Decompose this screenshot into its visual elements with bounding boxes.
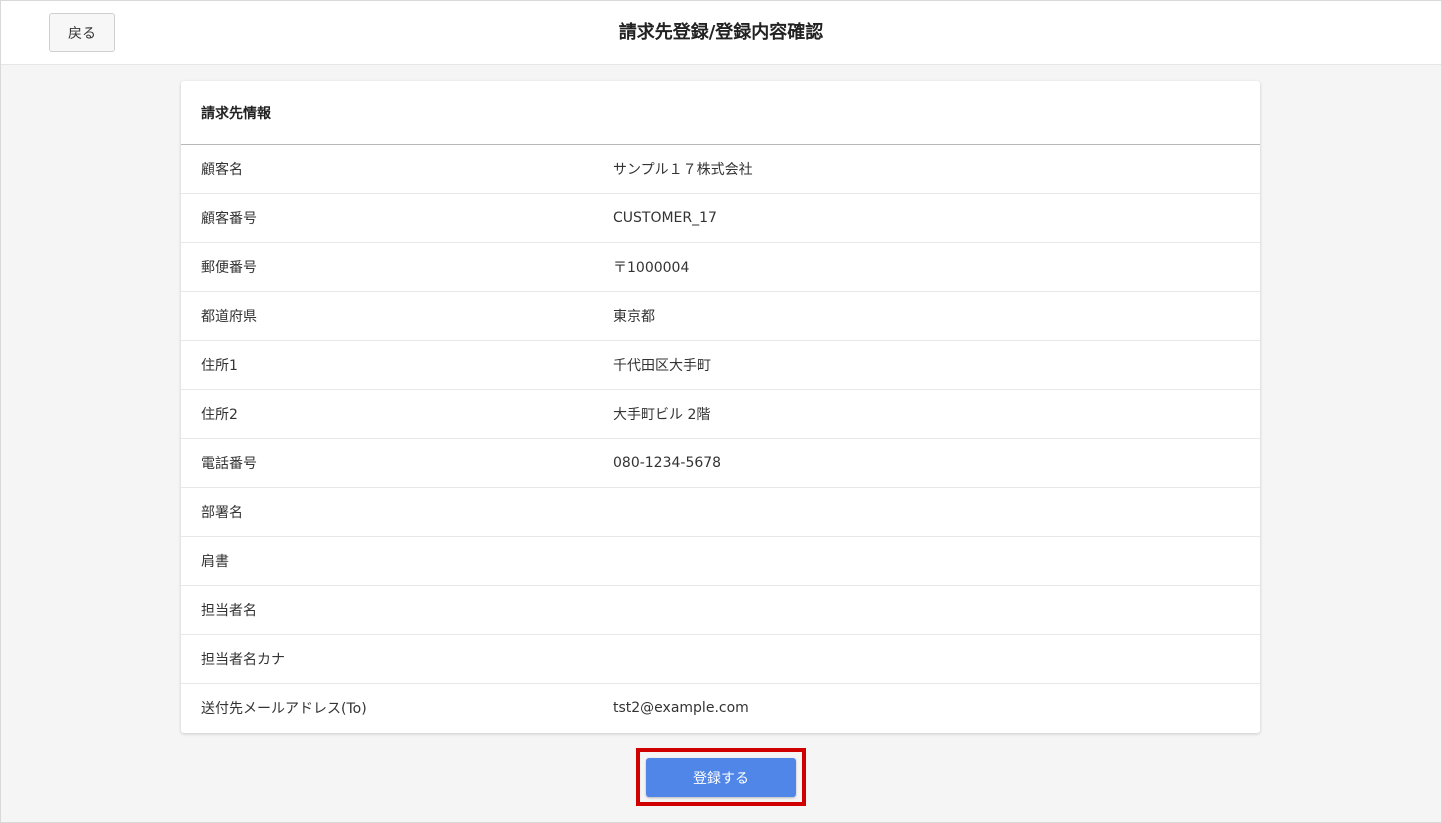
row-value: サンプル１７株式会社	[613, 162, 753, 178]
row-value: 大手町ビル 2階	[613, 407, 711, 423]
info-row-address-1: 住所1 千代田区大手町	[181, 341, 1260, 390]
page-title: 請求先登録/登録内容確認	[618, 22, 824, 43]
info-row-contact-name-kana: 担当者名カナ	[181, 635, 1260, 684]
card-title: 請求先情報	[181, 81, 1260, 145]
info-row-customer-name: 顧客名 サンプル１７株式会社	[181, 145, 1260, 194]
info-row-email-to: 送付先メールアドレス(To) tst2@example.com	[181, 684, 1260, 732]
row-label: 部署名	[201, 505, 243, 521]
info-row-prefecture: 都道府県 東京都	[181, 292, 1260, 341]
row-label: 住所1	[201, 358, 238, 374]
row-value: 千代田区大手町	[613, 358, 711, 374]
page-header: 請求先登録/登録内容確認 戻る	[1, 1, 1441, 65]
info-row-department: 部署名	[181, 488, 1260, 537]
row-label: 担当者名カナ	[201, 652, 285, 668]
info-row-contact-name: 担当者名	[181, 586, 1260, 635]
info-row-postal-code: 郵便番号 〒1000004	[181, 243, 1260, 292]
row-value: 東京都	[613, 309, 655, 325]
back-button[interactable]: 戻る	[49, 13, 115, 52]
row-value: 080-1234-5678	[613, 455, 722, 471]
row-label: 顧客番号	[201, 211, 257, 227]
row-label: 顧客名	[201, 162, 243, 178]
register-button[interactable]: 登録する	[646, 758, 796, 797]
row-label: 郵便番号	[201, 260, 257, 276]
info-row-title: 肩書	[181, 537, 1260, 586]
row-label: 担当者名	[201, 603, 257, 619]
info-row-address-2: 住所2 大手町ビル 2階	[181, 390, 1260, 439]
info-row-phone: 電話番号 080-1234-5678	[181, 439, 1260, 488]
row-label: 住所2	[201, 407, 238, 423]
row-value: 〒1000004	[613, 260, 690, 276]
row-value: tst2@example.com	[613, 700, 749, 716]
row-label: 都道府県	[201, 309, 257, 325]
row-value: CUSTOMER_17	[613, 210, 717, 226]
row-label: 電話番号	[201, 456, 257, 472]
info-row-customer-number: 顧客番号 CUSTOMER_17	[181, 194, 1260, 243]
row-label: 肩書	[201, 554, 229, 570]
billing-info-list: 顧客名 サンプル１７株式会社 顧客番号 CUSTOMER_17 郵便番号 〒10…	[181, 145, 1260, 732]
billing-info-card: 請求先情報 顧客名 サンプル１７株式会社 顧客番号 CUSTOMER_17 郵便…	[181, 81, 1260, 733]
row-label: 送付先メールアドレス(To)	[201, 701, 367, 717]
